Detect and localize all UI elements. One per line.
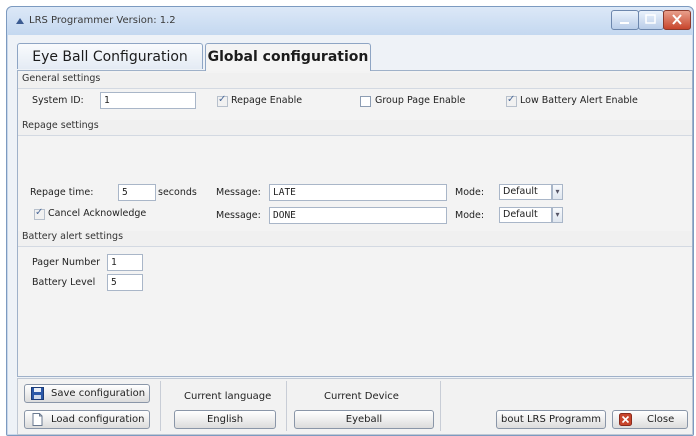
repage-time-input[interactable]: 5 [118, 184, 156, 201]
mode2-select[interactable]: Default ▾ [499, 207, 563, 223]
save-configuration-label: Save configuration [51, 388, 146, 399]
document-icon [32, 413, 43, 426]
message2-input[interactable]: DONE [269, 207, 447, 224]
footer-bar: Save configuration Load configuration Cu… [17, 378, 693, 435]
footer-separator [286, 381, 287, 431]
cancel-acknowledge-label: Cancel Acknowledge [48, 208, 147, 219]
mode1-value: Default [503, 186, 538, 197]
close-window-button[interactable] [663, 10, 691, 30]
minimize-button[interactable] [611, 10, 639, 30]
minimize-icon [620, 22, 629, 24]
group-page-enable-checkbox[interactable] [360, 96, 371, 107]
mode1-select[interactable]: Default ▾ [499, 184, 563, 200]
close-icon [672, 14, 682, 25]
title-bar[interactable]: LRS Programmer Version: 1.2 [7, 7, 693, 35]
battery-alert-settings-heading: Battery alert settings [18, 231, 692, 247]
pager-number-input[interactable]: 1 [107, 254, 143, 271]
footer-separator [440, 381, 441, 431]
repage-settings-heading: Repage settings [18, 120, 692, 136]
save-configuration-button[interactable]: Save configuration [24, 384, 150, 403]
message2-label: Message: [216, 210, 261, 221]
load-configuration-label: Load configuration [51, 414, 145, 425]
chevron-down-icon[interactable]: ▾ [552, 184, 563, 200]
close-icon [619, 413, 632, 426]
global-configuration-panel: General settings System ID: 1 Repage Ena… [17, 70, 693, 377]
general-settings-heading: General settings [18, 73, 692, 89]
group-page-enable-label: Group Page Enable [375, 95, 466, 106]
about-button[interactable]: bout LRS Programm [496, 410, 606, 429]
window-title: LRS Programmer Version: 1.2 [29, 15, 176, 26]
cancel-acknowledge-checkbox[interactable] [34, 207, 45, 220]
maximize-button[interactable] [638, 10, 664, 30]
mode2-value: Default [503, 209, 538, 220]
pager-number-label: Pager Number [32, 257, 101, 268]
repage-time-label: Repage time: [30, 187, 94, 198]
tab-eye-ball-configuration[interactable]: Eye Ball Configuration [17, 43, 203, 69]
chevron-down-icon[interactable]: ▾ [552, 207, 563, 223]
repage-enable-label: Repage Enable [231, 95, 303, 106]
message1-input[interactable]: LATE [269, 184, 447, 201]
current-device-label: Current Device [324, 391, 399, 402]
system-id-input[interactable]: 1 [100, 92, 196, 109]
close-label: Close [647, 414, 675, 425]
system-id-label: System ID: [32, 95, 84, 106]
low-battery-alert-checkbox[interactable] [506, 94, 517, 107]
device-button[interactable]: Eyeball [294, 410, 434, 429]
current-language-label: Current language [184, 391, 272, 402]
message1-label: Message: [216, 187, 261, 198]
load-configuration-button[interactable]: Load configuration [24, 410, 150, 429]
battery-level-input[interactable]: 5 [107, 274, 143, 291]
battery-level-label: Battery Level [32, 277, 96, 288]
app-window: LRS Programmer Version: 1.2 Eye Ball Con… [6, 6, 694, 436]
low-battery-alert-label: Low Battery Alert Enable [520, 95, 638, 106]
close-button[interactable]: Close [612, 410, 688, 429]
language-button[interactable]: English [174, 410, 276, 429]
tab-global-configuration[interactable]: Global configuration [205, 43, 371, 71]
maximize-icon [645, 14, 656, 24]
repage-enable-checkbox[interactable] [217, 94, 228, 107]
footer-separator [160, 381, 161, 431]
seconds-label: seconds [158, 187, 197, 198]
mode2-label: Mode: [455, 210, 485, 221]
save-icon [31, 387, 44, 400]
mode1-label: Mode: [455, 187, 485, 198]
app-icon [16, 18, 24, 24]
